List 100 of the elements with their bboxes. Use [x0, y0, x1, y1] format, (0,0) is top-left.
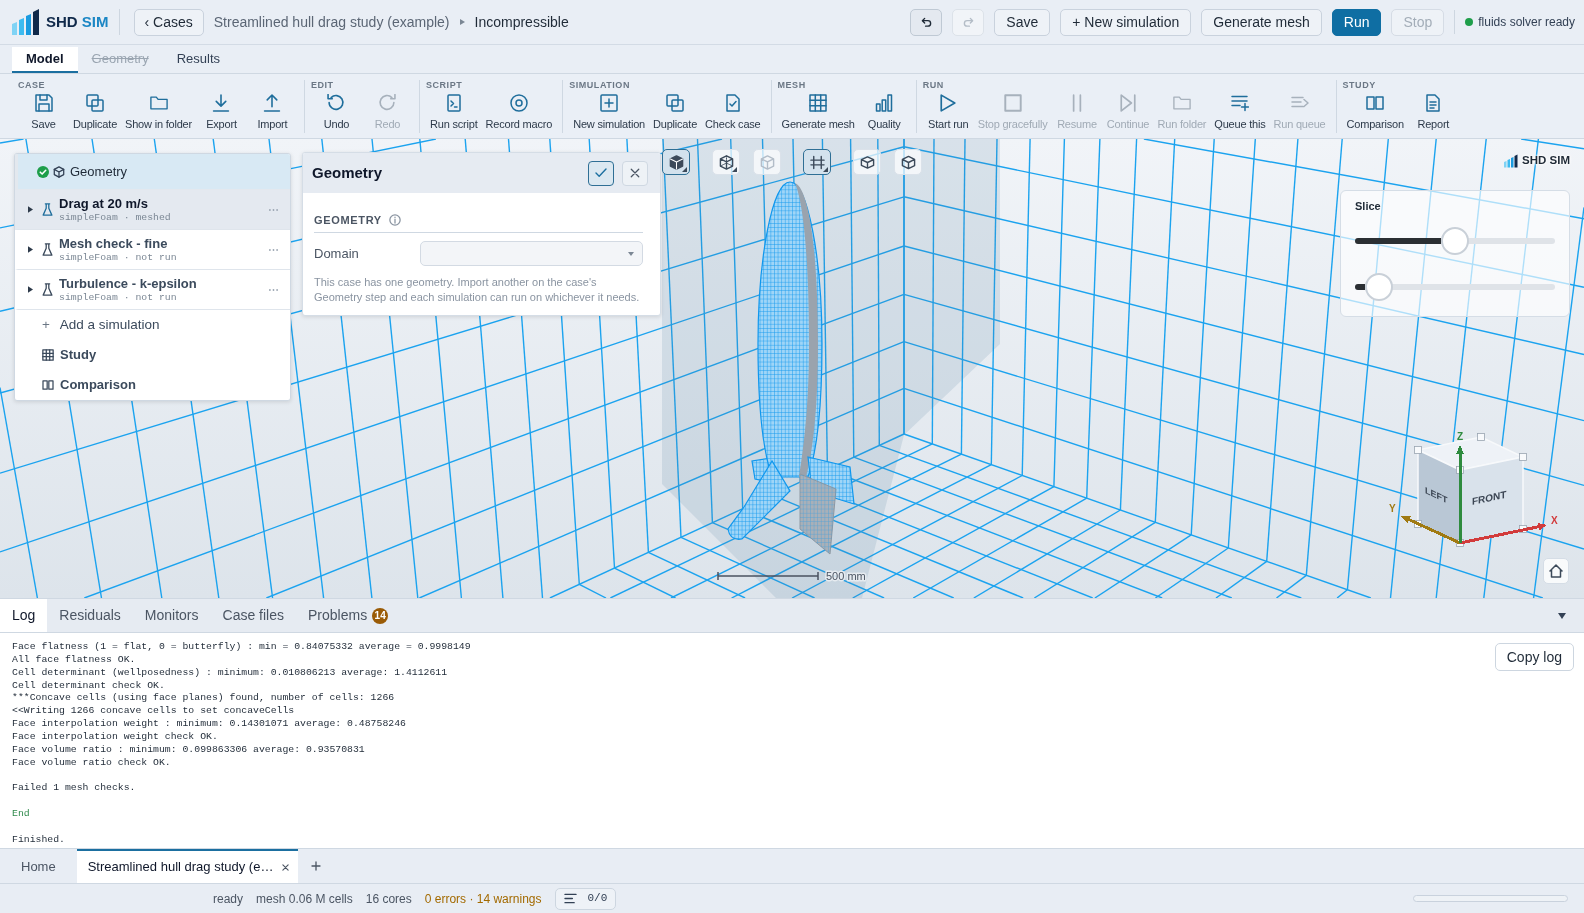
status-text: 0 errors · 14 warnings [424, 890, 542, 908]
tree-item[interactable]: Comparison [15, 370, 290, 400]
dropdown-caret-icon[interactable] [1558, 612, 1566, 619]
ribbon-button[interactable]: Record macro [481, 94, 557, 131]
select-field[interactable] [420, 241, 643, 266]
ribbon-button[interactable]: Duplicate [649, 94, 702, 131]
cube-face-label: FRONT [1472, 488, 1507, 507]
undo-button[interactable] [910, 8, 943, 36]
simulation-item[interactable]: Turbulence - k-epsilon simpleFoam · not run [15, 270, 290, 310]
close-icon[interactable] [282, 863, 290, 871]
ribbon-button[interactable]: New simulation [569, 94, 649, 131]
ribbon-button[interactable]: Comparison [1342, 94, 1408, 131]
header-button[interactable]: Generate mesh [1201, 8, 1322, 36]
ribbon-button[interactable]: Report [1407, 94, 1459, 131]
view-cube[interactable] [1414, 433, 1527, 547]
corner-caret-icon [823, 167, 828, 172]
ribbon-button[interactable]: Run script [425, 94, 482, 131]
app-logo-icon [1504, 152, 1519, 169]
table-grid-icon [42, 349, 54, 361]
log-line: Cell determinant (wellposedness) : minimum: 0.010806213 average: 1.4112611 [12, 666, 449, 680]
wireframe-cube-icon [718, 154, 734, 170]
simulation-title: Mesh check - fine [59, 235, 169, 252]
header-button[interactable]: Save [994, 8, 1051, 36]
ribbon-button[interactable]: Duplicate [69, 94, 122, 131]
axis-label: Y [1389, 503, 1396, 514]
expand-caret-icon[interactable] [28, 246, 33, 253]
queue-button[interactable]: 0/0 [555, 887, 617, 910]
outline-cube-icon [759, 154, 775, 170]
home-icon [1549, 564, 1563, 578]
log-line: ***Concave cells (using face planes) found, number of cells: 1266 [12, 692, 396, 706]
plus-icon[interactable] [311, 861, 322, 871]
tree-item[interactable]: Geometry [15, 154, 290, 190]
ribbon-button[interactable]: Quality [858, 94, 910, 131]
slider-thumb[interactable] [1365, 273, 1393, 301]
back-button[interactable]: ‹ Cases [133, 8, 204, 36]
mode-tab[interactable]: Results [162, 47, 234, 73]
console-tab[interactable]: Monitors [132, 599, 211, 632]
ribbon-button[interactable]: Import [246, 94, 298, 131]
simulation-detail: simpleFoam · not run [59, 291, 178, 304]
home-button[interactable] [1543, 558, 1569, 584]
cube-icon [900, 154, 916, 170]
square-icon [1003, 94, 1022, 112]
plus-square-icon [600, 94, 619, 112]
app-name: SHD SIM [46, 11, 109, 32]
flask-icon [42, 203, 53, 216]
document-tab[interactable]: Streamlined hull drag study (e… [76, 849, 299, 883]
folder-icon [149, 94, 168, 112]
breadcrumb-caret-icon [459, 19, 465, 25]
ribbon-group-title: MESH [777, 80, 807, 90]
log-line: Face interpolation weight : minimum: 0.14301071 average: 0.48758246 [12, 718, 407, 731]
list-plus-icon [1230, 94, 1249, 112]
simulation-item[interactable]: Drag at 20 m/s simpleFoam · meshed [15, 190, 290, 230]
terminal-icon [444, 94, 463, 112]
app-logo-icon [12, 9, 40, 35]
ribbon-button[interactable]: Save [18, 94, 69, 131]
ribbon-button[interactable]: Show in folder [121, 94, 196, 131]
view-mode-button[interactable] [662, 149, 690, 175]
view-mode-button[interactable] [803, 149, 831, 175]
header-button[interactable]: + New simulation [1060, 8, 1192, 36]
ribbon-button[interactable]: Undo [310, 94, 362, 131]
panel-title: Geometry [312, 162, 383, 183]
close-button[interactable] [622, 160, 648, 186]
ribbon-button[interactable]: Start run [922, 94, 974, 131]
confirm-button[interactable] [588, 160, 614, 186]
ribbon-button[interactable]: Check case [701, 94, 765, 131]
skip-forward-icon [1119, 94, 1137, 112]
slice-slider[interactable] [1355, 227, 1555, 255]
slider-thumb[interactable] [1441, 227, 1469, 255]
header-button[interactable]: Run [1331, 8, 1382, 36]
expand-caret-icon[interactable] [28, 206, 33, 213]
columns-icon [42, 380, 54, 390]
undo-icon [920, 16, 932, 28]
simulation-title: Drag at 20 m/s [59, 195, 149, 212]
tree-item[interactable]: Study [15, 340, 290, 370]
slice-slider[interactable] [1355, 273, 1555, 301]
info-icon [388, 214, 401, 226]
console-tab[interactable]: Problems 14 [296, 599, 401, 632]
status-text: 16 cores [365, 890, 412, 908]
redo-icon [962, 16, 974, 28]
corner-caret-icon [732, 167, 737, 172]
breadcrumb-link[interactable]: Streamlined hull drag study (example) [213, 11, 450, 33]
expand-caret-icon[interactable] [28, 286, 33, 293]
simulation-item[interactable]: Mesh check - fine simpleFoam · not run [15, 230, 290, 270]
panel-title: Slice [1355, 200, 1382, 213]
document-tab[interactable]: Home [0, 849, 77, 883]
section-heading: GEOMETRY [314, 213, 382, 227]
simulation-title: Turbulence - k-epsilon [59, 275, 197, 292]
simulation-detail: simpleFoam · meshed [59, 211, 171, 224]
ribbon-button[interactable]: Generate mesh [777, 94, 859, 131]
console-tab[interactable]: Log [0, 599, 48, 632]
console-tab[interactable]: Case files [210, 599, 296, 632]
console-tab[interactable]: Residuals [47, 599, 133, 632]
copy-log-button[interactable]: Copy log [1494, 643, 1574, 671]
add-simulation-button[interactable]: + Add a simulation [15, 310, 290, 340]
mode-tab[interactable]: Model [12, 47, 78, 73]
count-badge: 14 [372, 607, 389, 624]
ribbon-button[interactable]: Queue this [1210, 94, 1270, 131]
solver-status: fluids solver ready [1478, 14, 1575, 31]
solid-cube-icon [668, 154, 684, 170]
ribbon-button[interactable]: Export [195, 94, 247, 131]
